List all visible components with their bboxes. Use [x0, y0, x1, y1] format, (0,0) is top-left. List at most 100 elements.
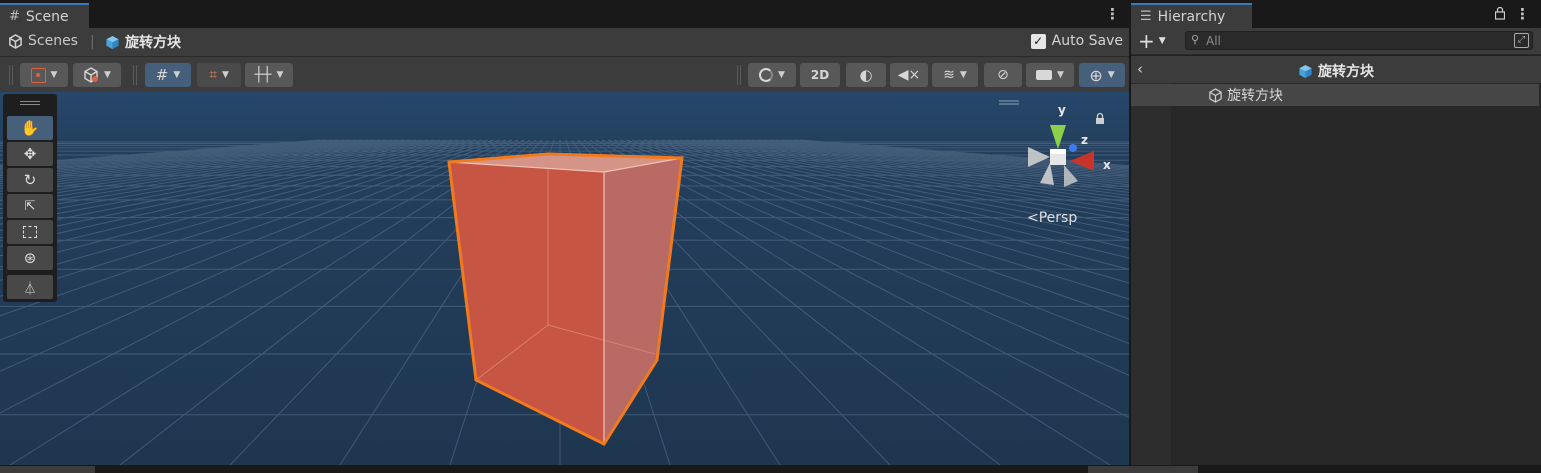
tab-hierarchy[interactable]: ☰ Hierarchy [1131, 3, 1252, 28]
chevron-down-icon: ▼ [50, 70, 58, 80]
vertex-snap-button[interactable]: ┼┼ ▼ [245, 63, 293, 87]
chevron-down-icon: ▼ [778, 70, 785, 80]
bottom-panel-strip [0, 465, 1541, 473]
chevron-down-icon: ▼ [1158, 36, 1166, 46]
scene-panel: # Scene ⋮ Scenes | 旋转方块 ✓ Auto Save ▼ ▼ … [0, 0, 1129, 465]
increment-snap-button[interactable]: ⌗ ▼ [197, 63, 241, 87]
scene-cube-icon [1299, 64, 1312, 78]
rotate-icon: ↻ [23, 171, 37, 189]
chevron-down-icon: ▼ [276, 70, 284, 80]
grid-snapping-button[interactable]: # ▼ [145, 63, 191, 87]
gameobject-cube-icon [1209, 87, 1222, 103]
tab-scene-label: Scene [25, 8, 69, 25]
breadcrumb: Scenes | 旋转方块 ✓ Auto Save [0, 28, 1129, 56]
y-axis-label: y [1058, 103, 1066, 117]
breadcrumb-current-scene[interactable]: 旋转方块 [105, 32, 181, 52]
lock-icon[interactable] [1494, 6, 1506, 20]
audio-toggle-button[interactable]: ◀× [890, 63, 928, 87]
scene-viewport[interactable]: y z x <Persp ✋ ✥ ↻ ⇱ ⊛ ⏃ [0, 92, 1129, 465]
hierarchy-scene-header: ‹ 旋转方块 [1131, 55, 1541, 83]
hierarchy-tabbar: ☰ Hierarchy ⋮ [1131, 0, 1541, 28]
scene-toolbar: ▼ ▼ # ▼ ⌗ ▼ ┼┼ ▼ ▼ 2D ◐ ◀× ≋ ▼ ⊘ ▼ ⊕ ▼ [0, 56, 1129, 92]
transform-icon: ⊛ [23, 249, 37, 267]
tools-overlay-grip[interactable] [20, 101, 40, 105]
hierarchy-tree: 旋转方块 [1131, 83, 1541, 465]
eye-hidden-icon: ⊘ [997, 67, 1009, 83]
custom-tool-icon: ⏃ [23, 281, 37, 297]
list-item[interactable]: 旋转方块 [1131, 84, 1539, 106]
scene-render[interactable] [0, 92, 1129, 465]
hierarchy-scene-title-label: 旋转方块 [1318, 64, 1374, 80]
chevron-down-icon: ▼ [1107, 70, 1115, 80]
grid-icon: # [9, 9, 20, 24]
projection-toggle[interactable]: <Persp [1027, 210, 1077, 226]
scale-tool-button[interactable]: ⇱ [7, 194, 53, 218]
breadcrumb-separator: | [90, 34, 95, 50]
bottom-tab[interactable] [1088, 466, 1198, 473]
shaded-cube-icon [84, 67, 99, 83]
effects-button[interactable]: ≋ ▼ [932, 63, 978, 87]
draw-mode-button[interactable]: ▼ [20, 63, 68, 87]
transform-tool-button[interactable]: ⊛ [7, 246, 53, 270]
move-arrows-icon: ✥ [23, 145, 37, 163]
breadcrumb-scenes[interactable]: Scenes [8, 33, 78, 49]
toggle-2d-button[interactable]: 2D [800, 63, 840, 87]
scene-cube-icon [106, 35, 119, 49]
gizmos-button[interactable]: ⊕ ▼ [1079, 63, 1125, 87]
x-axis-label: x [1103, 158, 1111, 172]
custom-tool-button[interactable]: ⏃ [7, 275, 53, 299]
visibility-toggle-button[interactable]: ⊘ [984, 63, 1022, 87]
rotate-tool-button[interactable]: ↻ [7, 168, 53, 192]
list-item-label: 旋转方块 [1227, 88, 1283, 104]
scene-tabbar: # Scene ⋮ [0, 0, 1129, 28]
chevron-down-icon: ▼ [104, 70, 111, 80]
more-options-icon[interactable]: ⋮ [1105, 6, 1120, 22]
rect-icon [23, 226, 37, 238]
toolbar-grip[interactable] [9, 65, 13, 85]
rect-tool-button[interactable] [7, 220, 53, 244]
tab-scene[interactable]: # Scene [0, 3, 89, 28]
chevron-down-icon: ▼ [221, 70, 229, 80]
search-input[interactable] [1206, 33, 1496, 48]
increment-snap-icon: ⌗ [209, 67, 217, 83]
auto-save-toggle[interactable]: ✓ Auto Save [1030, 33, 1123, 49]
search-options-icon[interactable]: ⤢ [1514, 33, 1529, 48]
grid-snap-icon: # [155, 66, 169, 84]
hand-tool-button[interactable]: ✋ [7, 116, 53, 140]
shading-mode-button[interactable]: ▼ [748, 63, 796, 87]
search-icon: ⚲ [1191, 33, 1200, 46]
hierarchy-scene-title: 旋转方块 [1131, 61, 1541, 81]
lightbulb-icon: ◐ [859, 66, 873, 84]
gizmo-cube-top [1050, 149, 1066, 154]
hierarchy-toolbar: + ▼ ⚲ ⤢ [1131, 28, 1541, 54]
lighting-toggle-button[interactable]: ◐ [846, 63, 886, 87]
plus-icon: + [1138, 29, 1155, 53]
render-mode-button[interactable]: ▼ [73, 63, 121, 87]
z-axis-dot[interactable] [1069, 144, 1077, 152]
layers-icon: ≋ [943, 67, 955, 83]
mode-2d-label: 2D [810, 68, 830, 82]
chevron-down-icon: ▼ [173, 70, 181, 80]
chevron-down-icon: ▼ [1057, 70, 1064, 80]
tab-hierarchy-label: Hierarchy [1157, 8, 1226, 25]
sphere-icon [759, 68, 774, 82]
auto-save-checkbox[interactable]: ✓ [1030, 33, 1046, 49]
add-object-button[interactable]: + ▼ [1138, 30, 1166, 52]
draw-mode-icon [30, 67, 46, 83]
toolbar-grip[interactable] [737, 65, 741, 85]
scale-icon: ⇱ [24, 198, 36, 214]
unity-logo-icon [9, 33, 22, 49]
auto-save-label: Auto Save [1051, 33, 1123, 49]
hierarchy-gutter [1131, 83, 1171, 465]
gizmo-icon: ⊕ [1089, 65, 1103, 85]
hierarchy-search[interactable]: ⚲ ⤢ [1185, 31, 1533, 50]
bottom-tab[interactable] [0, 466, 95, 473]
more-options-icon[interactable]: ⋮ [1515, 6, 1530, 22]
camera-settings-button[interactable]: ▼ [1026, 63, 1074, 87]
toolbar-grip[interactable] [133, 65, 137, 85]
move-tool-button[interactable]: ✥ [7, 142, 53, 166]
hand-icon: ✋ [20, 119, 40, 137]
list-icon: ☰ [1140, 9, 1152, 24]
hierarchy-panel: ☰ Hierarchy ⋮ + ▼ ⚲ ⤢ ‹ 旋转方块 [1131, 0, 1541, 465]
audio-mute-icon: ◀× [897, 67, 921, 83]
